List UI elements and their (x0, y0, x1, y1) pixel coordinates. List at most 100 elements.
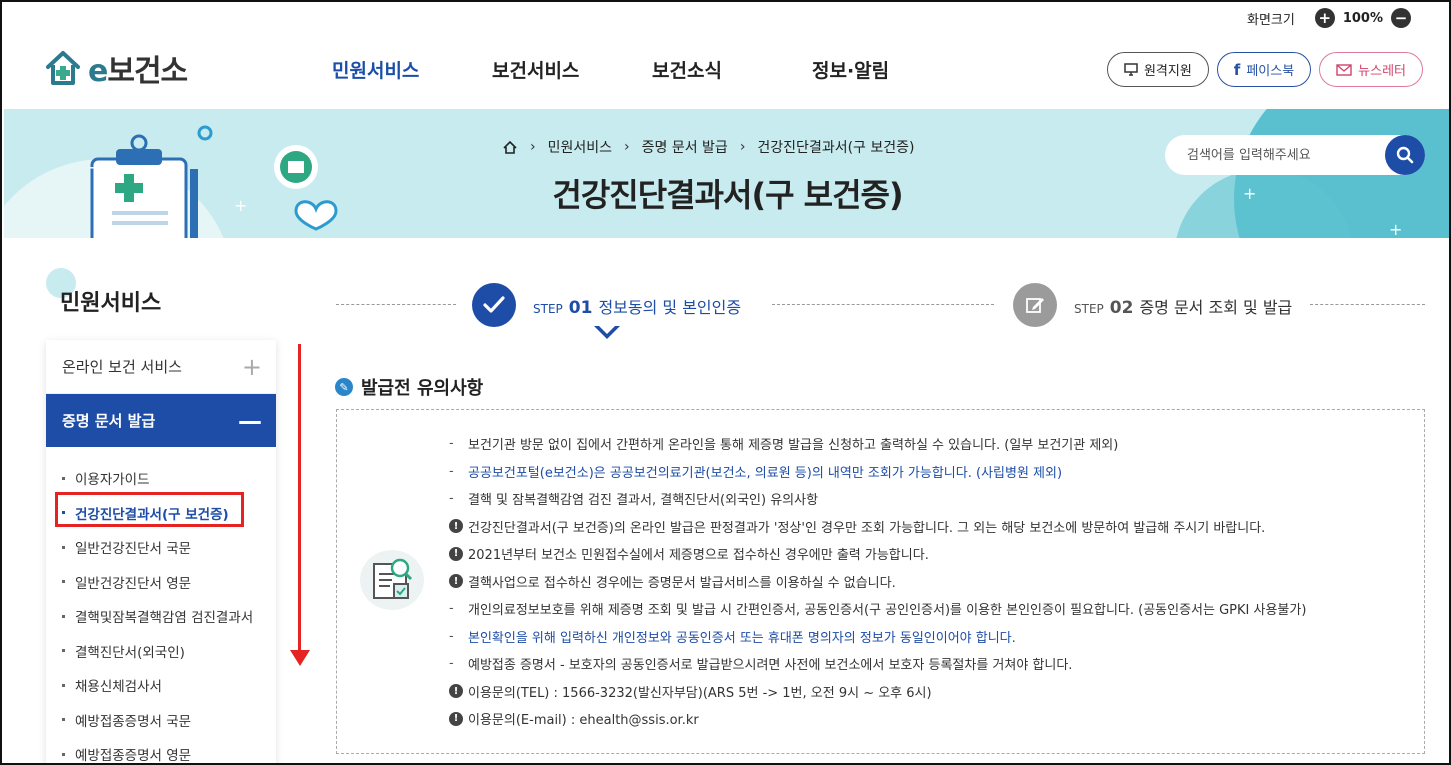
remote-support-button[interactable]: 원격지원 (1106, 52, 1209, 87)
submenu-item[interactable]: 예방접종증명서 국문 (46, 703, 276, 738)
sidebar-item-certificates[interactable]: 증명 문서 발급 — (46, 394, 276, 447)
main-nav: 민원서비스 보건서비스 보건소식 정보·알림 (332, 56, 972, 83)
dash-marker: - (449, 656, 454, 672)
submenu-label: 예방접종증명서 영문 (75, 748, 192, 765)
submenu-label: 결핵및잠복결핵감염 검진결과서 (75, 610, 254, 627)
newsletter-label: 뉴스레터 (1358, 64, 1406, 79)
check-icon (472, 283, 516, 327)
zoom-value: 100% (1342, 10, 1383, 26)
step-label: STEP (533, 302, 563, 316)
submenu-label: 예방접종증명서 국문 (75, 713, 192, 730)
submenu-item[interactable]: 결핵진단서(외국인) (46, 634, 276, 669)
breadcrumb-item[interactable]: 민원서비스 (548, 137, 612, 157)
bullet-icon (62, 545, 65, 549)
document-search-icon (360, 550, 424, 610)
notice-text: 공공보건포털(e보건소)은 공공보건의료기관(보건소, 의료원 등)의 내역만 … (468, 465, 1063, 481)
top-buttons: 원격지원 f 페이스북 뉴스레터 (1106, 52, 1423, 87)
breadcrumb-item[interactable]: 증명 문서 발급 (642, 137, 728, 157)
exclamation-icon: ! (449, 684, 463, 699)
bullet-icon (62, 752, 65, 756)
sidebar-menu: 온라인 보건 서비스 + 증명 문서 발급 — 이용자가이드 건강진단결과서(구… (46, 340, 276, 765)
notice-text: 개인의료정보보호를 위해 제증명 조회 및 발급 시 간편인증서, 공동인증서(… (468, 603, 1307, 619)
notice-text: 건강진단결과서(구 보건증)의 온라인 발급은 판정결과가 '정상'인 경우만 … (468, 520, 1266, 536)
submenu-item[interactable]: 예방접종증명서 영문 (46, 737, 276, 765)
notice-text: 결핵사업으로 접수하신 경우에는 증명문서 발급서비스를 이용하실 수 없습니다… (468, 575, 896, 591)
notice-text: 보건기관 방문 없이 집에서 간편하게 온라인을 통해 제증명 발급을 신청하고… (468, 438, 1119, 454)
minus-icon: — (238, 406, 262, 435)
submenu-label: 채용신체검사서 (75, 679, 162, 696)
notice-line: - 공공보건포털(e보건소)은 공공보건의료기관(보건소, 의료원 등)의 내역만… (449, 458, 1306, 486)
notice-line: ! 이용문의(TEL) : 1566-3232(발신자부담)(ARS 5번 -> … (449, 678, 1306, 706)
facebook-icon: f (1233, 60, 1241, 79)
search-button[interactable] (1385, 135, 1425, 175)
notice-text: 예방접종 증명서 - 보호자의 공동인증서로 발급받으시려면 사전에 보건소에서… (468, 658, 1073, 674)
submenu-item[interactable]: 일반건강진단서 영문 (46, 565, 276, 600)
notice-line: - 예방접종 증명서 - 보호자의 공동인증서로 발급받으시려면 사전에 보건소에… (449, 650, 1306, 678)
exclamation-icon: ! (449, 574, 463, 589)
home-icon[interactable] (502, 140, 518, 155)
newsletter-button[interactable]: 뉴스레터 (1319, 52, 1423, 87)
monitor-icon (1124, 63, 1138, 76)
submenu-item[interactable]: 이용자가이드 (46, 461, 276, 496)
notice-line: - 보건기관 방문 없이 집에서 간편하게 온라인을 통해 제증명 발급을 신청하… (449, 430, 1306, 458)
house-cross-icon (46, 51, 80, 85)
dash-marker: - (449, 436, 454, 452)
notice-line: - 결핵 및 잠복결핵감염 검진 결과서, 결핵진단서(외국인) 유의사항 (449, 485, 1306, 513)
submenu-label: 이용자가이드 (75, 472, 150, 489)
step-name: 정보동의 및 본인인증 (598, 298, 742, 317)
submenu-label: 일반건강진단서 국문 (75, 541, 192, 558)
bullet-icon (62, 649, 65, 653)
submenu-item[interactable]: 결핵및잠복결핵감염 검진결과서 (46, 599, 276, 634)
svg-text:+: + (1389, 220, 1402, 238)
bullet-icon (62, 683, 65, 687)
exclamation-icon: ! (449, 519, 463, 534)
step-divider (336, 304, 456, 305)
notice-text: 결핵 및 잠복결핵감염 검진 결과서, 결핵진단서(외국인) 유의사항 (468, 493, 819, 509)
scroll-arrow-line (298, 344, 301, 656)
pencil-icon (1013, 283, 1057, 327)
search-icon (1396, 146, 1414, 164)
bullet-icon (62, 614, 65, 618)
notice-text: 2021년부터 보건소 민원접수실에서 제증명으로 접수하신 경우에만 출력 가… (468, 548, 929, 564)
highlight-box (55, 492, 244, 527)
step-number: 01 (568, 298, 593, 318)
breadcrumb-separator-icon: › (624, 139, 630, 155)
notice-line: ! 이용문의(E-mail) : ehealth@ssis.or.kr (449, 705, 1306, 733)
submenu-item[interactable]: 일반건강진단서 국문 (46, 530, 276, 565)
exclamation-icon: ! (449, 546, 463, 561)
search-box (1165, 135, 1425, 175)
submenu-item[interactable]: 채용신체검사서 (46, 668, 276, 703)
search-input[interactable] (1187, 147, 1377, 163)
step-2: STEP 02 증명 문서 조회 및 발급 (1074, 294, 1292, 318)
dash-marker: - (449, 628, 454, 644)
remote-support-label: 원격지원 (1143, 64, 1192, 79)
zoom-out-button[interactable]: − (1391, 8, 1411, 28)
browser-frame: 화면크기 + 100% − e보건소 민원서비스 보건서비스 보건소식 정보·알… (0, 0, 1451, 765)
notice-heading: ✎ 발급전 유의사항 (335, 374, 483, 400)
step-divider (1310, 304, 1425, 305)
facebook-label: 페이스북 (1246, 64, 1295, 79)
current-step-chevron-icon (594, 326, 620, 339)
arrow-down-icon (290, 650, 310, 666)
mail-icon (1336, 63, 1352, 76)
breadcrumb: › 민원서비스 › 증명 문서 발급 › 건강진단결과서(구 보건증) (502, 137, 914, 157)
nav-item-civil[interactable]: 민원서비스 (332, 56, 492, 83)
notice-title: 발급전 유의사항 (361, 378, 484, 399)
step-label: STEP (1074, 302, 1104, 316)
nav-item-info[interactable]: 정보·알림 (812, 56, 972, 83)
page-title: 건강진단결과서(구 보건증) (552, 176, 903, 214)
zoom-in-button[interactable]: + (1314, 8, 1335, 28)
notice-line: ! 결핵사업으로 접수하신 경우에는 증명문서 발급서비스를 이용하실 수 없습니… (449, 568, 1306, 596)
notice-line: - 본인확인을 위해 입력하신 개인정보와 공동인증서 또는 휴대폰 명의자의 정… (449, 623, 1306, 651)
logo-e: e (88, 54, 108, 89)
breadcrumb-item[interactable]: 건강진단결과서(구 보건증) (757, 137, 914, 157)
plus-icon: + (241, 352, 262, 381)
bullet-icon (62, 476, 65, 480)
zoom-label: 화면크기 (1246, 12, 1295, 28)
sidebar-item-online-health[interactable]: 온라인 보건 서비스 + (46, 340, 276, 394)
nav-item-health[interactable]: 보건서비스 (492, 56, 652, 83)
site-logo[interactable]: e보건소 (44, 46, 188, 90)
sidebar-item-label: 증명 문서 발급 (62, 412, 156, 430)
nav-item-news[interactable]: 보건소식 (652, 56, 812, 83)
facebook-button[interactable]: f 페이스북 (1216, 52, 1312, 87)
